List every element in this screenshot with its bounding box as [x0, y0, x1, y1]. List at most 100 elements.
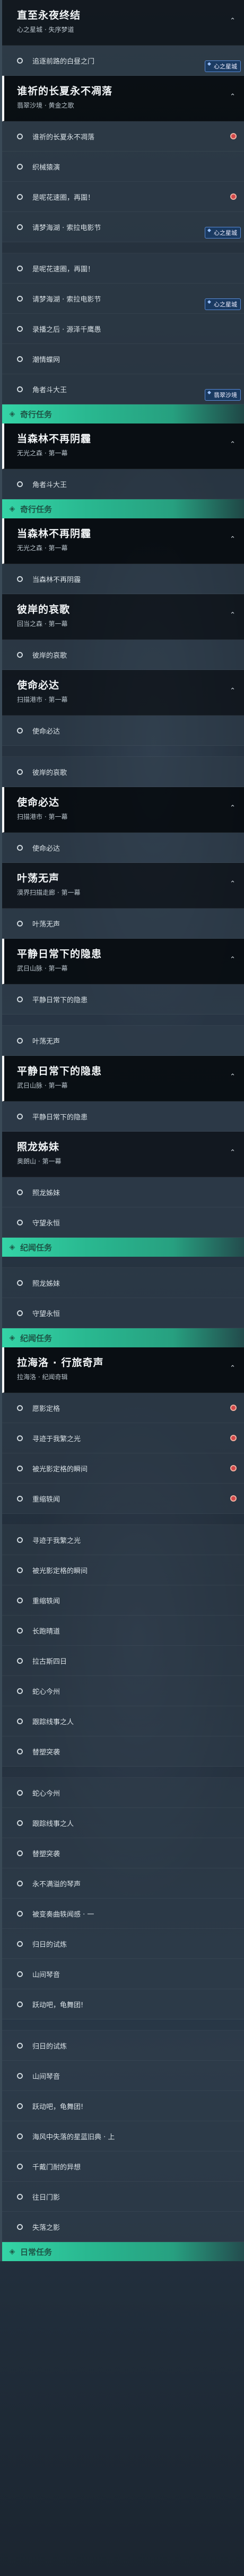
quest-step[interactable]: 角者斗大王 [2, 469, 244, 499]
quest-step[interactable]: 谁祈的长夏永不凋落 [2, 121, 244, 152]
quest-step[interactable]: 愿影定格 [2, 1393, 244, 1423]
quest-step[interactable]: 平静日常下的隐患 [2, 984, 244, 1014]
quest-step[interactable]: 被变奏曲轶闻感 · 一 [2, 1899, 244, 1929]
section-header[interactable]: ◈ 纪闻任务 [2, 1328, 244, 1347]
quest-step[interactable]: 使命必达 [2, 833, 244, 863]
quest-step[interactable]: 长跑晴道 [2, 1616, 244, 1646]
quest-step[interactable]: 彼岸的哀歌 [2, 757, 244, 787]
quest-header[interactable]: 平静日常下的隐患 武日山脉 · 第一幕 ⌃ [2, 1056, 244, 1101]
quest-step[interactable]: 重缩轶闻 [2, 1484, 244, 1514]
step-label: 当森林不再阴霾 [32, 576, 81, 584]
quest-step[interactable]: 拉古斯四日 [2, 1646, 244, 1676]
quest-step[interactable]: 平静日常下的隐患 [2, 1101, 244, 1132]
quest-subtitle: 扫描港市 · 第一幕 [17, 696, 68, 703]
step-circle-icon [17, 2193, 23, 2200]
section-header[interactable]: ◈ 日常任务 [2, 2242, 244, 2261]
quest-step[interactable]: 被光影定格的瞬间 [2, 1555, 244, 1585]
quest-subtitle: 无光之森 · 第一幕 [17, 544, 68, 552]
quest-step[interactable]: 归日的试炼 [2, 2031, 244, 2061]
quest-header[interactable]: 直至永夜终结 心之星城 · 失序梦道 ⌃ [2, 0, 244, 46]
section-header[interactable]: ◈ 奇行任务 [2, 499, 244, 518]
step-label: 织械猿演 [32, 163, 60, 172]
quest-step[interactable]: 叶荡无声 [2, 1026, 244, 1056]
list-gap [2, 1514, 244, 1525]
quest-step[interactable]: 潮情蝶网 [2, 344, 244, 374]
quest-header[interactable]: 平静日常下的隐患 武日山脉 · 第一幕 ⌃ [2, 939, 244, 984]
quest-step[interactable]: 角者斗大王 翡翠沙境 [2, 374, 244, 404]
chevron-up-icon[interactable]: ⌃ [230, 17, 236, 25]
quest-step[interactable]: 叶荡无声 [2, 908, 244, 939]
quest-step[interactable]: 请梦海湖 · 索拉电影节 心之星城 [2, 212, 244, 242]
quest-step[interactable]: 当森林不再阴霾 [2, 564, 244, 594]
step-label: 使命必达 [32, 844, 60, 853]
chevron-up-icon[interactable]: ⌃ [230, 804, 236, 812]
step-circle-icon [17, 2072, 23, 2079]
quest-step[interactable]: 海风中失落的星蓝旧典 · 上 [2, 2121, 244, 2151]
quest-step[interactable]: 寻迹于我繁之光 [2, 1525, 244, 1555]
quest-step[interactable]: 千戴门耐的异想 [2, 2151, 244, 2182]
step-circle-icon [17, 224, 23, 230]
step-label: 叶荡无声 [32, 1037, 60, 1046]
quest-step[interactable]: 录播之后 · 源泽千鹰愚 [2, 314, 244, 344]
quest-step[interactable]: 蛇心今州 [2, 1676, 244, 1706]
chevron-up-icon[interactable]: ⌃ [230, 1149, 236, 1157]
chevron-up-icon[interactable]: ⌃ [230, 535, 236, 543]
chevron-up-icon[interactable]: ⌃ [230, 440, 236, 448]
chevron-up-icon[interactable]: ⌃ [230, 93, 236, 101]
quest-step[interactable]: 重缩轶闻 [2, 1585, 244, 1616]
quest-step[interactable]: 追逐前路的白昼之门 心之星城 [2, 46, 244, 76]
step-label: 角者斗大王 [32, 481, 67, 489]
section-label: 奇行任务 [20, 409, 53, 419]
quest-step[interactable]: 请梦海湖 · 索拉电影节 心之星城 [2, 284, 244, 314]
quest-header[interactable]: 谁祈的长夏永不凋落 翡翠沙境 · 黄金之歌 ⌃ [2, 76, 244, 121]
quest-step[interactable]: 使命必达 [2, 716, 244, 746]
quest-step[interactable]: 是呢花速圈，再圍！ [2, 182, 244, 212]
quest-header[interactable]: 使命必达 扫描港市 · 第一幕 ⌃ [2, 670, 244, 716]
step-circle-icon [17, 1465, 23, 1471]
quest-step[interactable]: 织械猿演 [2, 152, 244, 182]
chevron-up-icon[interactable]: ⌃ [230, 956, 236, 964]
quest-step[interactable]: 替塑突袭 [2, 1736, 244, 1767]
quest-step[interactable]: 跃动吧，龟舞团! [2, 1989, 244, 2019]
quest-step[interactable]: 照龙姊妹 [2, 1268, 244, 1298]
quest-step[interactable]: 是呢花速圈，再圍！ [2, 253, 244, 284]
step-circle-icon [17, 1971, 23, 1977]
step-label: 拉古斯四日 [32, 1657, 67, 1666]
quest-step[interactable]: 被光影定格的瞬间 [2, 1453, 244, 1484]
quest-step[interactable]: 跟踪线事之人 [2, 1706, 244, 1736]
quest-header[interactable]: 拉海洛 · 行旅奇声 拉海洛 · 纪闻奇辑 ⌃ [2, 1347, 244, 1393]
quest-step[interactable]: 跟踪线事之人 [2, 1808, 244, 1838]
step-circle-icon [17, 57, 23, 64]
section-header[interactable]: ◈ 奇行任务 [2, 404, 244, 424]
quest-step[interactable]: 跃动吧，龟舞团! [2, 2091, 244, 2121]
chevron-up-icon[interactable]: ⌃ [230, 880, 236, 888]
quest-header[interactable]: 使命必达 扫描港市 · 第一幕 ⌃ [2, 787, 244, 833]
quest-step[interactable]: 寻迹于我繁之光 [2, 1423, 244, 1453]
quest-step[interactable]: 归日的试炼 [2, 1929, 244, 1959]
quest-step[interactable]: 山间琴音 [2, 1959, 244, 1989]
quest-header[interactable]: 照龙姊妹 奥朗山 · 第一幕 ⌃ [2, 1132, 244, 1177]
chevron-up-icon[interactable]: ⌃ [230, 611, 236, 619]
quest-header[interactable]: 叶荡无声 漠界扫描走廊 · 第一幕 ⌃ [2, 863, 244, 908]
quest-header[interactable]: 当森林不再阴霾 无光之森 · 第一幕 ⌃ [2, 424, 244, 469]
quest-step[interactable]: 永不满溢的琴声 [2, 1868, 244, 1899]
chevron-up-icon[interactable]: ⌃ [230, 1364, 236, 1372]
chevron-up-icon[interactable]: ⌃ [230, 687, 236, 695]
quest-header[interactable]: 当森林不再阴霾 无光之森 · 第一幕 ⌃ [2, 518, 244, 564]
quest-step[interactable]: 蛇心今州 [2, 1778, 244, 1808]
quest-step[interactable]: 替塑突袭 [2, 1838, 244, 1868]
step-circle-icon [17, 2042, 23, 2049]
step-circle-icon [17, 295, 23, 302]
quest-step[interactable]: 照龙姊妹 [2, 1177, 244, 1207]
chevron-up-icon[interactable]: ⌃ [230, 1073, 236, 1081]
quest-header[interactable]: 彼岸的哀歌 回当之森 · 第一幕 ⌃ [2, 594, 244, 640]
quest-step[interactable]: 往日门影 [2, 2182, 244, 2212]
step-label: 千戴门耐的异想 [32, 2163, 81, 2172]
quest-step[interactable]: 失落之影 [2, 2212, 244, 2242]
section-header[interactable]: ◈ 纪闻任务 [2, 1238, 244, 1257]
step-circle-icon [17, 920, 23, 927]
quest-step[interactable]: 守望永恒 [2, 1298, 244, 1328]
quest-step[interactable]: 山间琴音 [2, 2061, 244, 2091]
quest-step[interactable]: 彼岸的哀歌 [2, 640, 244, 670]
quest-step[interactable]: 守望永恒 [2, 1207, 244, 1238]
